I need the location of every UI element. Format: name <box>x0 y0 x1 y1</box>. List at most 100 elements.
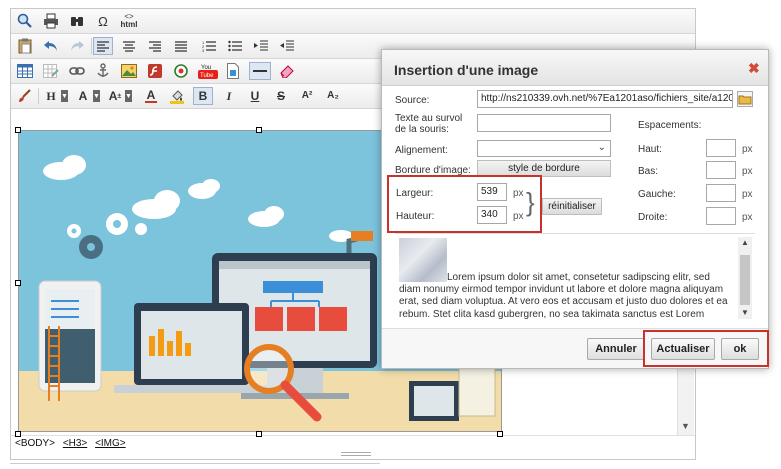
anchor-icon[interactable] <box>93 62 113 80</box>
text-color-glyph: A <box>146 88 156 102</box>
spacing-bottom-label: Bas: <box>638 166 659 177</box>
highlight-color-icon[interactable] <box>167 87 187 105</box>
path-body[interactable]: <BODY> <box>15 438 55 449</box>
link-icon[interactable] <box>67 62 87 80</box>
cancel-button[interactable]: Annuler <box>587 338 645 360</box>
resize-handle-br[interactable] <box>497 431 503 437</box>
strikethrough-button[interactable]: S <box>271 87 291 105</box>
spacing-top-unit: px <box>742 144 753 155</box>
chevron-down-icon: ⌄ <box>597 142 606 153</box>
scroll-down-icon[interactable]: ▼ <box>681 421 690 431</box>
unordered-list-icon[interactable] <box>225 37 245 55</box>
spacing-left-unit: px <box>742 189 753 200</box>
font-family-button[interactable]: A <box>73 87 93 105</box>
horizontal-rule-icon[interactable] <box>249 62 271 80</box>
italic-button[interactable]: I <box>219 87 239 105</box>
heading-dropdown-icon[interactable]: ▼ <box>61 90 68 102</box>
folder-icon[interactable] <box>737 91 753 107</box>
bold-button[interactable]: B <box>193 87 213 105</box>
ordered-list-icon[interactable]: 123 <box>199 37 219 55</box>
size-highlight-box <box>387 175 542 233</box>
resize-handle-ml[interactable] <box>15 280 21 286</box>
element-path-bar: <BODY> <H3> <IMG> <box>11 435 695 451</box>
underline-button[interactable]: U <box>245 87 265 105</box>
html-source-icon[interactable]: <> html <box>119 12 139 30</box>
svg-text:3: 3 <box>202 48 205 52</box>
resize-handle-bl[interactable] <box>15 431 21 437</box>
hover-text-input[interactable] <box>477 114 611 132</box>
source-input[interactable]: http://ns210339.ovh.net/%7Ea1201aso/fich… <box>477 90 733 108</box>
font-dropdown-icon[interactable]: ▼ <box>93 90 100 102</box>
spacing-right-label: Droite: <box>638 212 668 223</box>
align-center-icon[interactable] <box>119 37 139 55</box>
alignment-label: Alignement: <box>395 145 448 156</box>
align-justify-icon[interactable] <box>171 37 191 55</box>
youtube-icon[interactable]: You Tube <box>197 62 219 80</box>
spacing-top-label: Haut: <box>638 144 662 155</box>
spacing-bottom-input[interactable] <box>706 161 736 179</box>
spacing-right-input[interactable] <box>706 207 736 225</box>
spacing-bottom-unit: px <box>742 166 753 177</box>
resize-handle-tc[interactable] <box>256 127 262 133</box>
hover-text-label-2: de la souris: <box>395 124 449 135</box>
hover-text-label-1: Texte au survol <box>395 113 463 124</box>
spacing-label: Espacements: <box>638 120 702 131</box>
preview-scroll-thumb[interactable] <box>740 255 750 305</box>
buttons-highlight-box <box>643 330 769 367</box>
table-icon[interactable] <box>15 62 35 80</box>
subscript-button[interactable]: A₂ <box>323 87 343 105</box>
text-color-button[interactable]: A <box>141 87 161 105</box>
resize-handle-bc[interactable] <box>256 431 262 437</box>
outdent-icon[interactable] <box>277 37 297 55</box>
resize-handle-tl[interactable] <box>15 127 21 133</box>
spacing-left-label: Gauche: <box>638 189 676 200</box>
html-label: html <box>120 20 138 29</box>
close-icon[interactable]: ✖ <box>748 60 760 77</box>
paste-icon[interactable] <box>15 37 35 55</box>
dialog-header[interactable]: Insertion d'une image ✖ <box>382 50 768 86</box>
preview-scroll-up-icon[interactable]: ▲ <box>741 238 749 247</box>
undo-icon[interactable] <box>41 37 61 55</box>
font-size-button[interactable]: A ± <box>105 87 125 105</box>
path-h3[interactable]: <H3> <box>63 438 87 449</box>
indent-icon[interactable] <box>251 37 271 55</box>
text-color-swatch <box>145 101 157 103</box>
dialog-title: Insertion d'une image <box>394 62 539 78</box>
image-insert-dialog: Insertion d'une image ✖ Source: http://n… <box>381 49 769 369</box>
preview-scroll-down-icon[interactable]: ▼ <box>741 308 749 317</box>
image-preview-pane: Lorem ipsum dolor sit amet, consetetur s… <box>395 233 755 319</box>
image-icon[interactable] <box>119 62 139 80</box>
preview-icon[interactable] <box>15 12 35 30</box>
find-icon[interactable] <box>67 12 87 30</box>
redo-icon[interactable] <box>67 37 87 55</box>
resize-grip[interactable] <box>341 452 371 456</box>
font-size-glyph: A <box>108 89 118 103</box>
font-size-dropdown-icon[interactable]: ▼ <box>125 90 132 102</box>
brush-icon[interactable] <box>15 87 35 105</box>
table-edit-icon[interactable] <box>41 62 61 80</box>
source-label: Source: <box>395 95 430 106</box>
spacing-left-input[interactable] <box>706 184 736 202</box>
dialog-footer: Annuler Actualiser ok <box>382 328 769 368</box>
media-icon[interactable] <box>171 62 191 80</box>
preview-scrollbar[interactable]: ▲ ▼ <box>738 237 752 319</box>
align-right-icon[interactable] <box>145 37 165 55</box>
eraser-icon[interactable] <box>277 62 297 80</box>
file-icon[interactable] <box>223 62 243 80</box>
preview-sample-text: Lorem ipsum dolor sit amet, consetetur s… <box>399 272 728 319</box>
path-img[interactable]: <IMG> <box>95 438 126 449</box>
spacing-right-unit: px <box>742 212 753 223</box>
heading-button[interactable]: H <box>41 87 61 105</box>
font-size-sup: ± <box>117 92 122 100</box>
reset-size-button[interactable]: réinitialiser <box>542 198 602 215</box>
superscript-button[interactable]: A² <box>297 87 317 105</box>
svg-text:Tube: Tube <box>200 73 214 79</box>
toolbar-row-1: Ω <> html <box>11 9 695 34</box>
align-left-icon[interactable] <box>93 37 113 55</box>
spacing-top-input[interactable] <box>706 139 736 157</box>
svg-text:You: You <box>201 65 211 71</box>
special-chars-icon[interactable]: Ω <box>93 12 113 30</box>
alignment-select[interactable]: ⌄ <box>477 140 611 157</box>
print-icon[interactable] <box>41 12 61 30</box>
flash-icon[interactable] <box>145 62 165 80</box>
